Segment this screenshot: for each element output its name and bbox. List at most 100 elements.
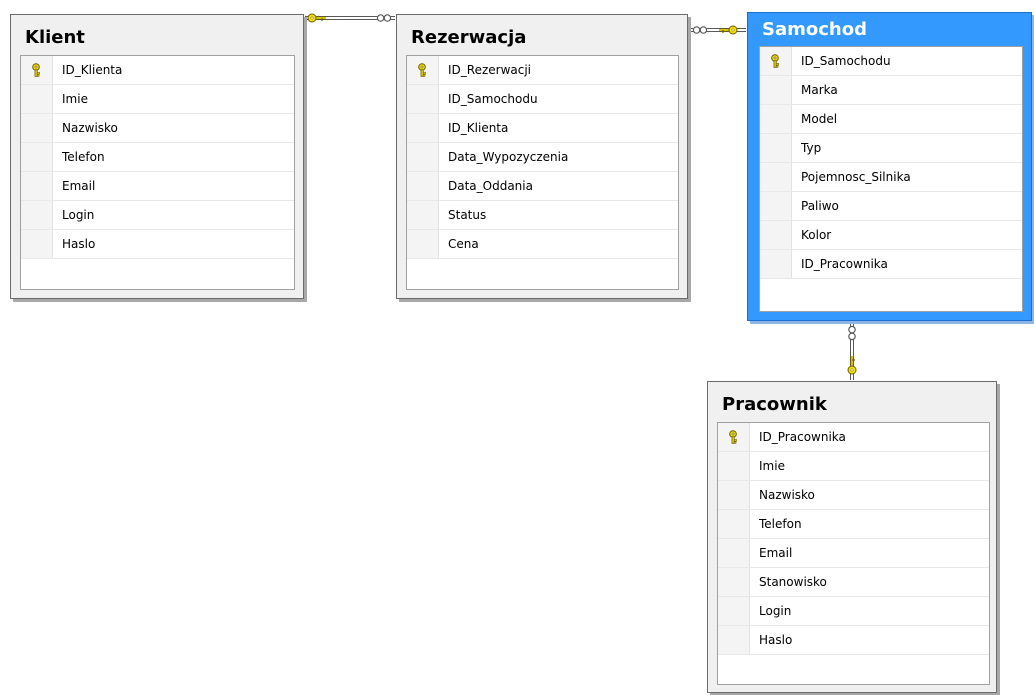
column-name: ID_Klienta [62, 63, 123, 77]
column-row[interactable]: ID_Pracownika [718, 423, 989, 452]
row-selector[interactable] [407, 56, 439, 84]
column-row[interactable]: Status [407, 201, 678, 230]
row-selector[interactable] [718, 539, 750, 567]
primary-key-icon [32, 63, 40, 77]
column-name: Stanowisko [759, 575, 827, 589]
column-row[interactable]: ID_Samochodu [407, 85, 678, 114]
column-row[interactable]: ID_Rezerwacji [407, 56, 678, 85]
column-grid: ID_Klienta Imie Nazwisko Telefon Email Login H… [20, 55, 295, 290]
table-klient[interactable]: Klient ID_Klienta Imie Nazwisko Telefon Emai… [10, 14, 304, 299]
column-grid: ID_Pracownika Imie Nazwisko Telefon Email Sta… [717, 422, 990, 685]
row-selector[interactable] [21, 114, 53, 142]
row-selector[interactable] [760, 76, 792, 104]
row-selector[interactable] [760, 221, 792, 249]
column-name: Telefon [759, 517, 802, 531]
column-name: Login [62, 208, 95, 222]
row-selector[interactable] [760, 192, 792, 220]
column-row[interactable]: Nazwisko [21, 114, 294, 143]
column-row[interactable]: Marka [760, 76, 1022, 105]
column-row[interactable]: ID_Pracownika [760, 250, 1022, 279]
column-row[interactable]: Imie [718, 452, 989, 481]
column-row[interactable]: Data_Wypozyczenia [407, 143, 678, 172]
many-end-icon [848, 325, 856, 334]
primary-key-icon [771, 54, 779, 68]
column-row[interactable]: Email [21, 172, 294, 201]
column-name: Haslo [62, 237, 96, 251]
column-name: Kolor [801, 228, 832, 242]
column-row[interactable]: Login [21, 201, 294, 230]
column-row[interactable]: Telefon [718, 510, 989, 539]
column-row[interactable]: Data_Oddania [407, 172, 678, 201]
column-row[interactable]: Kolor [760, 221, 1022, 250]
column-name: Email [759, 546, 793, 560]
row-selector[interactable] [760, 250, 792, 278]
column-row[interactable]: Stanowisko [718, 568, 989, 597]
row-selector[interactable] [760, 47, 792, 75]
column-row[interactable]: Pojemnosc_Silnika [760, 163, 1022, 192]
column-row[interactable]: Cena [407, 230, 678, 259]
table-rezerwacja[interactable]: Rezerwacja ID_Rezerwacji ID_Samochodu ID_K… [396, 14, 688, 299]
key-end-icon [731, 28, 735, 32]
column-row[interactable]: Model [760, 105, 1022, 134]
column-name: Telefon [62, 150, 105, 164]
column-name: Pojemnosc_Silnika [801, 170, 911, 184]
many-end-icon [699, 26, 708, 34]
column-name: Email [62, 179, 96, 193]
row-selector[interactable] [407, 143, 439, 171]
table-title: Samochod [762, 19, 867, 40]
column-row[interactable]: ID_Klienta [21, 56, 294, 85]
row-selector[interactable] [760, 134, 792, 162]
column-row[interactable]: Email [718, 539, 989, 568]
row-selector[interactable] [21, 230, 53, 258]
key-end-icon [310, 16, 314, 20]
column-name: Haslo [759, 633, 793, 647]
row-selector[interactable] [21, 143, 53, 171]
table-title: Rezerwacja [411, 27, 527, 48]
column-row[interactable]: Haslo [21, 230, 294, 259]
column-name: ID_Pracownika [759, 430, 846, 444]
row-selector[interactable] [21, 56, 53, 84]
row-selector[interactable] [407, 85, 439, 113]
row-selector[interactable] [407, 230, 439, 258]
row-selector[interactable] [718, 510, 750, 538]
row-selector[interactable] [718, 423, 750, 451]
column-row[interactable]: Telefon [21, 143, 294, 172]
column-name: ID_Pracownika [801, 257, 888, 271]
row-selector[interactable] [21, 172, 53, 200]
row-selector[interactable] [718, 481, 750, 509]
column-name: Data_Wypozyczenia [448, 150, 569, 164]
row-selector[interactable] [718, 597, 750, 625]
row-selector[interactable] [407, 201, 439, 229]
table-samochod[interactable]: Samochod ID_Samochodu Marka Model Typ Pojemn… [747, 12, 1032, 321]
row-selector[interactable] [718, 568, 750, 596]
column-row[interactable]: Login [718, 597, 989, 626]
column-name: Paliwo [801, 199, 839, 213]
row-selector[interactable] [21, 85, 53, 113]
row-selector[interactable] [21, 201, 53, 229]
column-name: ID_Rezerwacji [448, 63, 532, 77]
column-grid: ID_Samochodu Marka Model Typ Pojemnosc_Silni… [759, 46, 1023, 312]
column-row[interactable]: ID_Samochodu [760, 47, 1022, 76]
column-row[interactable]: Imie [21, 85, 294, 114]
row-selector[interactable] [760, 105, 792, 133]
row-selector[interactable] [407, 172, 439, 200]
column-row[interactable]: Haslo [718, 626, 989, 655]
column-row[interactable]: Paliwo [760, 192, 1022, 221]
column-row[interactable]: Nazwisko [718, 481, 989, 510]
column-name: Typ [801, 141, 822, 155]
row-selector[interactable] [718, 626, 750, 654]
table-title: Klient [25, 27, 85, 48]
row-selector[interactable] [760, 163, 792, 191]
column-name: Imie [759, 459, 785, 473]
column-row[interactable]: ID_Klienta [407, 114, 678, 143]
table-pracownik[interactable]: Pracownik ID_Pracownika Imie Nazwisko Telef… [707, 381, 997, 693]
row-selector[interactable] [718, 452, 750, 480]
column-name: Model [801, 112, 838, 126]
column-row[interactable]: Typ [760, 134, 1022, 163]
row-selector[interactable] [407, 114, 439, 142]
column-name: Status [448, 208, 487, 222]
key-end-icon [850, 368, 854, 372]
column-name: ID_Samochodu [448, 92, 538, 106]
many-end-icon [376, 14, 385, 22]
column-name: Nazwisko [62, 121, 118, 135]
